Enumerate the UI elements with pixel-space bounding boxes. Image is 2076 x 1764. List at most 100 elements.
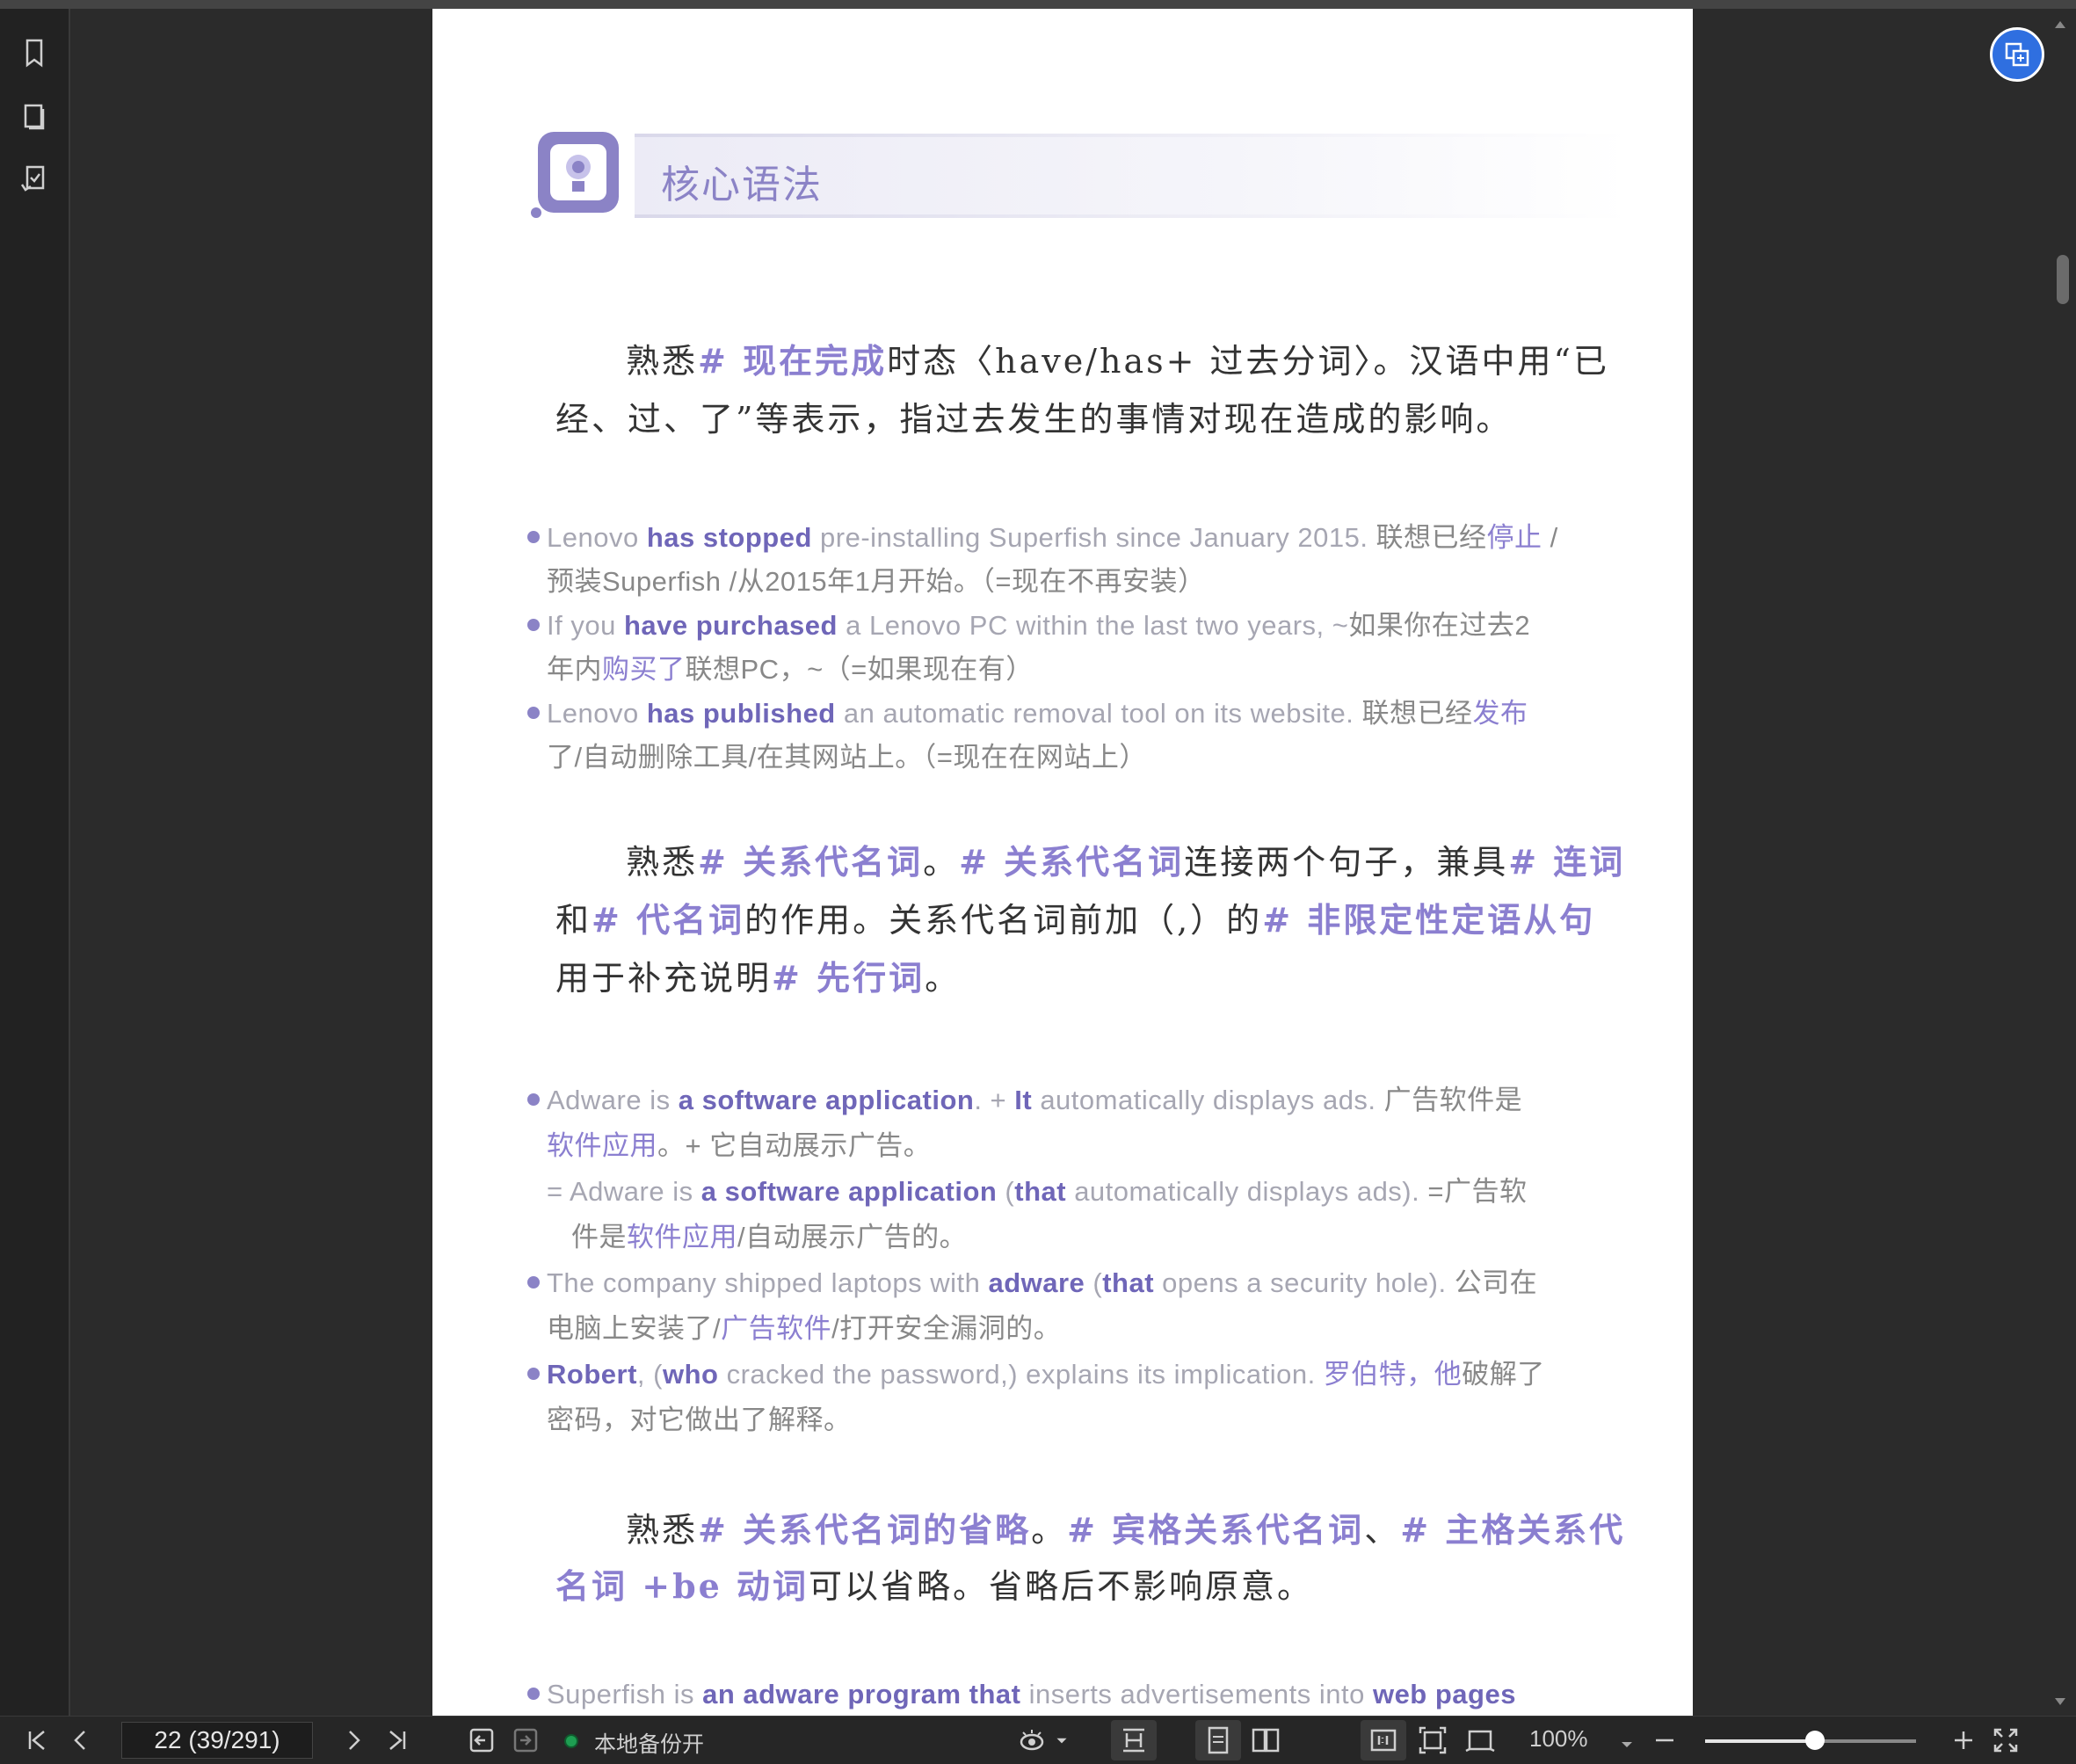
text-segment: / <box>1542 522 1558 553</box>
text-segment: 件是 <box>571 1222 627 1252</box>
text-line: 熟悉# 关系代名词的省略。# 宾格关系代名词、# 主格关系代 <box>626 1503 1625 1551</box>
text-segment: 软件应用 <box>627 1222 737 1252</box>
zoom-slider-fill <box>1705 1739 1815 1743</box>
section-title: 核心语法 <box>661 163 823 207</box>
text-segment: = Adware is <box>547 1176 701 1207</box>
actual-size-icon[interactable] <box>1368 1724 1399 1756</box>
scroll-up-arrow[interactable] <box>2055 21 2065 28</box>
text-segment: 广告软件是 <box>1383 1085 1523 1115</box>
text-segment: 的作用。关系代名词前加（,）的 <box>744 901 1263 940</box>
text-segment: 电脑上安装了/ <box>547 1313 722 1344</box>
text-segment: # 主格关系代 <box>1400 1510 1626 1550</box>
text-line: 密码，对它做出了解释。 <box>547 1397 852 1437</box>
vertical-scrollbar[interactable] <box>2048 9 2076 1716</box>
text-segment: that <box>1102 1267 1155 1298</box>
text-segment: adware <box>988 1267 1085 1298</box>
text-segment: web pages <box>1372 1679 1516 1710</box>
zoom-slider-knob[interactable] <box>1804 1731 1825 1750</box>
lightbulb-icon <box>531 132 619 218</box>
text-line: 了/自动删除工具/在其网站上。（=现在在网站上） <box>547 735 1147 774</box>
zoom-out-icon[interactable] <box>1649 1724 1680 1756</box>
text-line: 名词 +be 动词可以省略。省略后不影响原意。 <box>555 1559 1313 1608</box>
text-line: Lenovo has published an automatic remova… <box>527 691 1528 730</box>
fit-width-icon[interactable] <box>1464 1724 1496 1756</box>
prev-page-icon[interactable] <box>65 1724 97 1756</box>
bottom-toolbar: 22 (39/291) 本地备份开 100% <box>0 1716 2076 1764</box>
text-segment: 熟悉 <box>626 342 699 381</box>
text-segment: who <box>662 1359 719 1390</box>
fit-page-icon[interactable] <box>1417 1724 1448 1756</box>
chevron-down-icon[interactable] <box>1053 1729 1071 1760</box>
eye-protection-icon[interactable] <box>1018 1724 1049 1756</box>
text-segment: 、 <box>1364 1511 1401 1550</box>
text-segment: 停止 <box>1486 522 1542 553</box>
text-segment: opens a security hole). <box>1154 1267 1455 1298</box>
go-forward-icon[interactable] <box>510 1724 541 1756</box>
text-line: 电脑上安装了/广告软件/打开安全漏洞的。 <box>547 1306 1061 1346</box>
text-segment: a software application <box>678 1085 975 1115</box>
zoom-in-icon[interactable] <box>1948 1724 1979 1756</box>
bookmark-icon[interactable] <box>17 35 52 70</box>
bullet-dot <box>527 619 540 631</box>
double-page-icon[interactable] <box>1250 1724 1281 1756</box>
text-segment: If you <box>547 610 624 641</box>
text-segment: 联想已经 <box>1376 522 1487 553</box>
text-line: 预装Superfish /从2015年1月开始。（=现在不再安装） <box>547 559 1206 599</box>
text-segment: 。+ 它自动展示广告。 <box>657 1130 932 1161</box>
text-line: Lenovo has stopped pre-installing Superf… <box>527 515 1558 555</box>
pdf-page: 核心语法 熟悉# 现在完成时态〈have/has+ 过去分词〉。汉语中用“已经、… <box>432 9 1693 1716</box>
text-segment: . + <box>974 1085 1015 1115</box>
text-segment: The company shipped laptops with <box>547 1267 989 1298</box>
text-line: 经、过、了”等表示，指过去发生的事情对现在造成的影响。 <box>555 392 1512 440</box>
first-page-icon[interactable] <box>21 1724 53 1756</box>
text-line: If you have purchased a Lenovo PC within… <box>527 603 1530 642</box>
fullscreen-icon[interactable] <box>1990 1724 2022 1756</box>
continuous-scroll-icon[interactable] <box>1118 1724 1150 1756</box>
scroll-thumb[interactable] <box>2057 255 2069 304</box>
page-number-input[interactable]: 22 (39/291) <box>121 1722 313 1759</box>
backup-status-label[interactable]: 本地备份开 <box>594 1727 704 1759</box>
text-segment: 软件应用 <box>547 1130 657 1161</box>
text-segment: has published <box>646 698 836 729</box>
text-segment: Robert <box>547 1359 637 1390</box>
text-line: 熟悉# 关系代名词。# 关系代名词连接两个句子，兼具# 连词 <box>626 835 1625 883</box>
text-line: Adware is a software application. + It a… <box>527 1078 1522 1117</box>
text-segment: # 非限定性定语从句 <box>1262 900 1596 940</box>
bullet-dot <box>527 707 540 719</box>
window-top-edge <box>0 0 2076 9</box>
text-segment: 广告软件 <box>721 1313 832 1344</box>
text-segment: 名词 +be 动词 <box>555 1566 809 1606</box>
text-segment: 连接两个句子，兼具 <box>1184 843 1509 882</box>
text-segment: # 连词 <box>1508 842 1626 882</box>
text-segment: # 宾格关系代名词 <box>1067 1510 1365 1550</box>
last-page-icon[interactable] <box>381 1724 413 1756</box>
bullet-dot <box>527 1276 540 1289</box>
text-segment: 用于补充说明 <box>555 959 773 998</box>
text-segment: an automatic removal tool on its website… <box>835 698 1362 729</box>
next-page-icon[interactable] <box>338 1724 369 1756</box>
text-segment: /自动展示广告的。 <box>737 1222 968 1252</box>
text-segment: Adware is <box>547 1085 679 1115</box>
text-segment: 年内 <box>547 654 602 685</box>
text-segment: 发布 <box>1472 698 1528 729</box>
zoom-level[interactable]: 100% <box>1529 1725 1588 1753</box>
text-segment: automatically displays ads. <box>1032 1085 1384 1115</box>
text-segment: 预装Superfish /从2015年1月开始。（=现在不再安装） <box>547 566 1206 597</box>
annotation-export-icon[interactable] <box>17 162 52 197</box>
text-segment: # 现在完成 <box>698 341 888 381</box>
text-segment: 时态〈have/has+ 过去分词〉。汉语中用“已 <box>887 342 1609 381</box>
go-back-icon[interactable] <box>466 1724 497 1756</box>
text-segment: It <box>1014 1085 1033 1115</box>
text-line: 年内购买了联想PC，~（=如果现在有） <box>547 647 1034 686</box>
single-page-icon[interactable] <box>1202 1724 1234 1756</box>
floating-translate-button[interactable] <box>1990 27 2044 82</box>
text-segment: ( <box>997 1176 1015 1207</box>
bullet-dot <box>527 531 540 543</box>
scroll-down-arrow[interactable] <box>2055 1698 2065 1705</box>
text-segment: pre-installing Superfish since January 2… <box>811 522 1376 553</box>
thumbnail-icon[interactable] <box>17 98 52 134</box>
text-segment: 公司在 <box>1454 1267 1538 1298</box>
zoom-dropdown-icon[interactable] <box>1619 1732 1635 1764</box>
document-viewer[interactable]: 核心语法 熟悉# 现在完成时态〈have/has+ 过去分词〉。汉语中用“已经、… <box>70 9 2048 1716</box>
text-line: 熟悉# 现在完成时态〈have/has+ 过去分词〉。汉语中用“已 <box>626 334 1609 382</box>
